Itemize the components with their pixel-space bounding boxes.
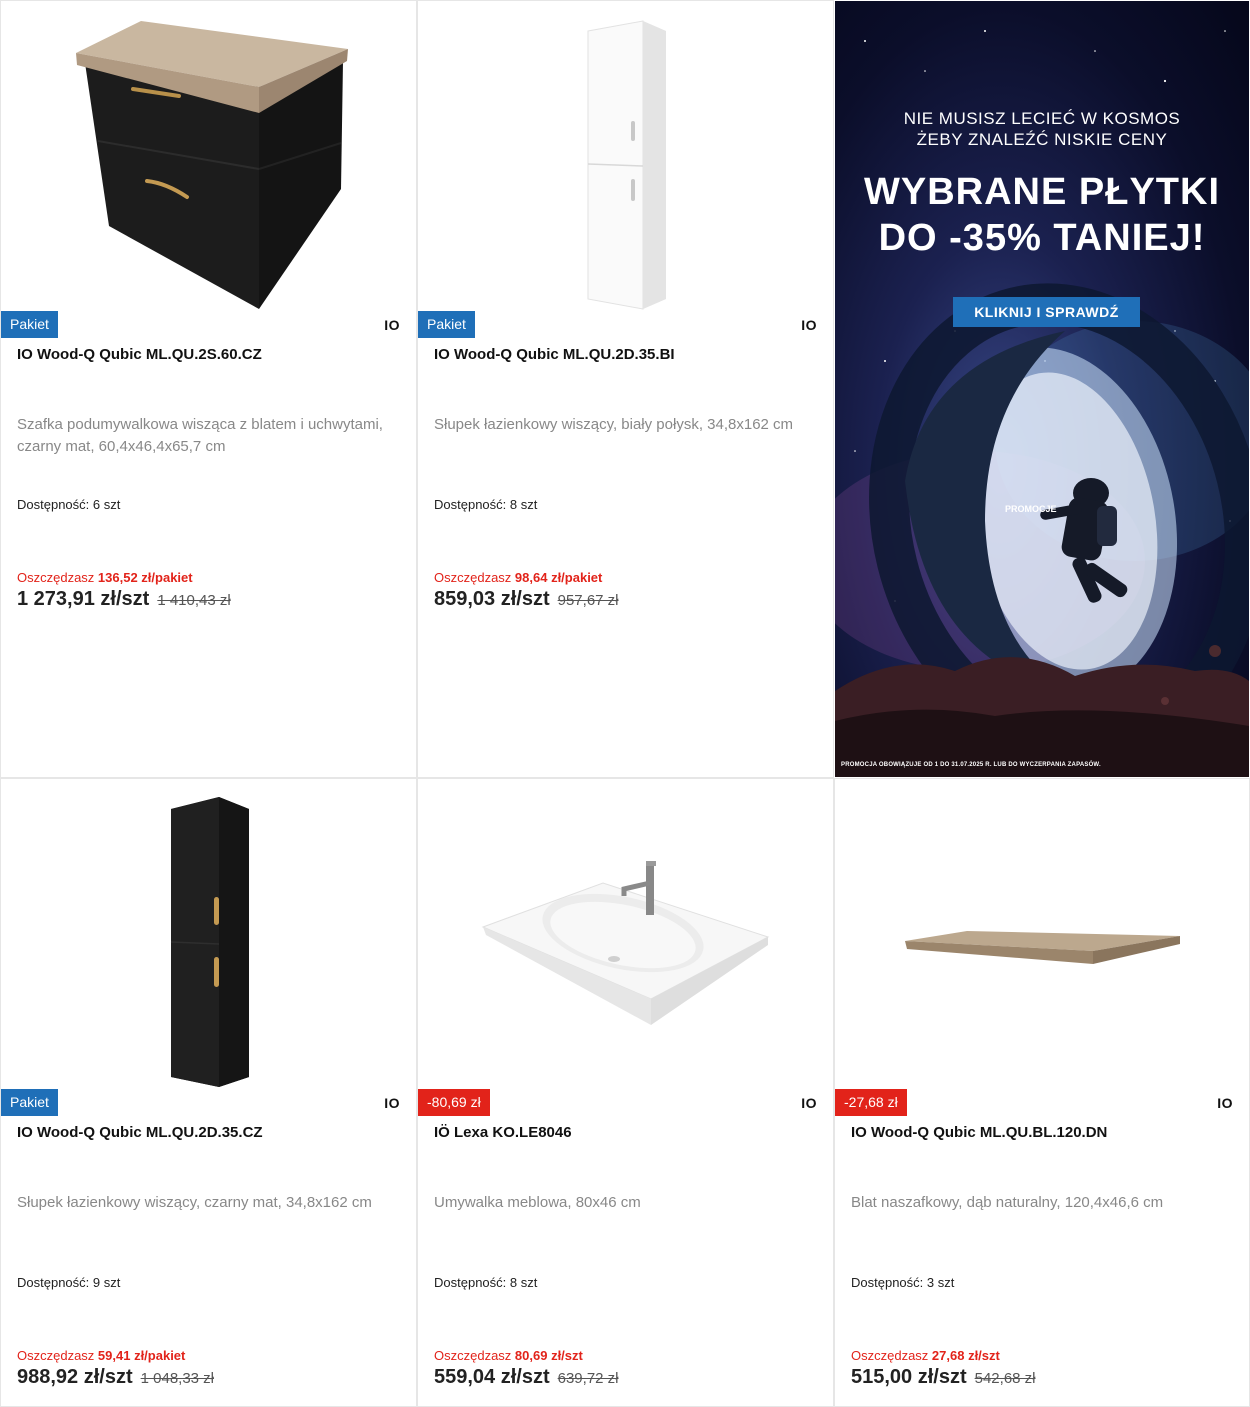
brand-logo: IO bbox=[384, 317, 400, 333]
price-row: 515,00 zł/szt 542,68 zł bbox=[851, 1366, 1036, 1389]
product-description: Umywalka meblowa, 80x46 cm bbox=[434, 1194, 641, 1211]
promo-banner[interactable]: NIE MUSISZ LECIEĆ W KOSMOS ŻEBY ZNALEŹĆ … bbox=[835, 1, 1249, 777]
price-row: 559,04 zł/szt 639,72 zł bbox=[434, 1366, 619, 1389]
savings-text: Oszczędzasz 136,52 zł/pakiet bbox=[17, 570, 193, 585]
savings-value: 80,69 zł/szt bbox=[514, 1348, 583, 1363]
savings-text: Oszczędzasz 59,41 zł/pakiet bbox=[17, 1348, 185, 1363]
product-grid: Pakiet IO IO Wood-Q Qubic ML.QU.2S.60.CZ… bbox=[0, 0, 1250, 1407]
brand-logo: IO bbox=[384, 1095, 400, 1111]
brand-logo: IO bbox=[801, 317, 817, 333]
product-image[interactable] bbox=[1, 1, 416, 311]
savings-value: 59,41 zł/pakiet bbox=[97, 1348, 186, 1363]
old-price: 639,72 zł bbox=[557, 1370, 619, 1387]
old-price: 957,67 zł bbox=[557, 592, 619, 609]
savings-text: Oszczędzasz 80,69 zł/szt bbox=[434, 1348, 583, 1363]
savings-value: 136,52 zł/pakiet bbox=[97, 570, 193, 585]
brand-logo: IO bbox=[801, 1095, 817, 1111]
product-title[interactable]: IO Wood-Q Qubic ML.QU.2D.35.BI bbox=[434, 346, 817, 363]
price-row: 1 273,91 zł/szt 1 410,43 zł bbox=[17, 588, 231, 611]
savings-label: Oszczędzasz bbox=[851, 1348, 932, 1363]
product-description: Blat naszafkowy, dąb naturalny, 120,4x46… bbox=[851, 1194, 1164, 1211]
savings-label: Oszczędzasz bbox=[17, 570, 98, 585]
pakiet-badge: Pakiet bbox=[1, 311, 58, 338]
product-title[interactable]: IO Wood-Q Qubic ML.QU.2S.60.CZ bbox=[17, 346, 400, 363]
current-price: 988,92 zł/szt bbox=[17, 1366, 133, 1388]
product-image[interactable] bbox=[418, 779, 833, 1089]
availability: Dostępność: 3 szt bbox=[851, 1275, 955, 1290]
availability: Dostępność: 8 szt bbox=[434, 497, 538, 512]
discount-badge: -27,68 zł bbox=[835, 1089, 907, 1116]
product-description: Słupek łazienkowy wiszący, czarny mat, 3… bbox=[17, 1194, 372, 1211]
product-image[interactable] bbox=[1, 779, 416, 1089]
price-row: 988,92 zł/szt 1 048,33 zł bbox=[17, 1366, 214, 1389]
product-description: Szafka podumywalkowa wisząca z blatem i … bbox=[17, 416, 383, 455]
current-price: 515,00 zł/szt bbox=[851, 1366, 967, 1388]
product-image[interactable] bbox=[835, 779, 1249, 1089]
banner-headline-2: DO -35% TANIEJ! bbox=[878, 217, 1206, 259]
product-title[interactable]: IO Wood-Q Qubic ML.QU.2D.35.CZ bbox=[17, 1124, 400, 1141]
promo-label: PROMOCJE bbox=[1005, 504, 1057, 514]
banner-line-1: NIE MUSISZ LECIEĆ W KOSMOS bbox=[903, 109, 1181, 128]
product-card[interactable]: Pakiet IO IO Wood-Q Qubic ML.QU.2D.35.BI… bbox=[417, 0, 834, 778]
price-row: 859,03 zł/szt 957,67 zł bbox=[434, 588, 619, 611]
savings-label: Oszczędzasz bbox=[434, 1348, 515, 1363]
current-price: 859,03 zł/szt bbox=[434, 588, 550, 610]
product-card[interactable]: -27,68 zł IO IO Wood-Q Qubic ML.QU.BL.12… bbox=[834, 778, 1250, 1407]
banner-headline: WYBRANE PŁYTKI DO -35% TANIEJ! bbox=[835, 169, 1249, 261]
savings-value: 27,68 zł/szt bbox=[931, 1348, 1000, 1363]
banner-footnote: PROMOCJA OBOWIĄZUJE OD 1 DO 31.07.2025 R… bbox=[841, 762, 1101, 768]
pakiet-badge: Pakiet bbox=[1, 1089, 58, 1116]
current-price: 1 273,91 zł/szt bbox=[17, 588, 150, 610]
pakiet-badge: Pakiet bbox=[418, 311, 475, 338]
product-title[interactable]: IO Wood-Q Qubic ML.QU.BL.120.DN bbox=[851, 1124, 1233, 1141]
product-description: Słupek łazienkowy wiszący, biały połysk,… bbox=[434, 416, 794, 433]
product-title[interactable]: IÖ Lexa KO.LE8046 bbox=[434, 1124, 817, 1141]
product-card[interactable]: Pakiet IO IO Wood-Q Qubic ML.QU.2S.60.CZ… bbox=[0, 0, 417, 778]
availability: Dostępność: 8 szt bbox=[434, 1275, 538, 1290]
old-price: 1 410,43 zł bbox=[157, 592, 231, 609]
availability: Dostępność: 9 szt bbox=[17, 1275, 121, 1290]
banner-headline-1: WYBRANE PŁYTKI bbox=[864, 171, 1220, 213]
product-image[interactable] bbox=[418, 1, 833, 311]
old-price: 542,68 zł bbox=[974, 1370, 1036, 1387]
old-price: 1 048,33 zł bbox=[140, 1370, 215, 1387]
product-card[interactable]: Pakiet IO IO Wood-Q Qubic ML.QU.2D.35.CZ… bbox=[0, 778, 417, 1407]
discount-badge: -80,69 zł bbox=[418, 1089, 490, 1116]
product-card[interactable]: -80,69 zł IO IÖ Lexa KO.LE8046 Umywalka … bbox=[417, 778, 834, 1407]
savings-text: Oszczędzasz 27,68 zł/szt bbox=[851, 1348, 1000, 1363]
brand-logo: IO bbox=[1217, 1095, 1233, 1111]
savings-label: Oszczędzasz bbox=[434, 570, 515, 585]
savings-label: Oszczędzasz bbox=[17, 1348, 98, 1363]
banner-cta-button[interactable]: KLIKNIJ I SPRAWDŹ bbox=[953, 297, 1140, 327]
savings-value: 98,64 zł/pakiet bbox=[514, 570, 603, 585]
current-price: 559,04 zł/szt bbox=[434, 1366, 550, 1388]
banner-line-2: ŻEBY ZNALEŹĆ NISKIE CENY bbox=[916, 130, 1168, 149]
availability: Dostępność: 6 szt bbox=[17, 497, 121, 512]
savings-text: Oszczędzasz 98,64 zł/pakiet bbox=[434, 570, 602, 585]
banner-subtitle: NIE MUSISZ LECIEĆ W KOSMOS ŻEBY ZNALEŹĆ … bbox=[835, 108, 1249, 150]
